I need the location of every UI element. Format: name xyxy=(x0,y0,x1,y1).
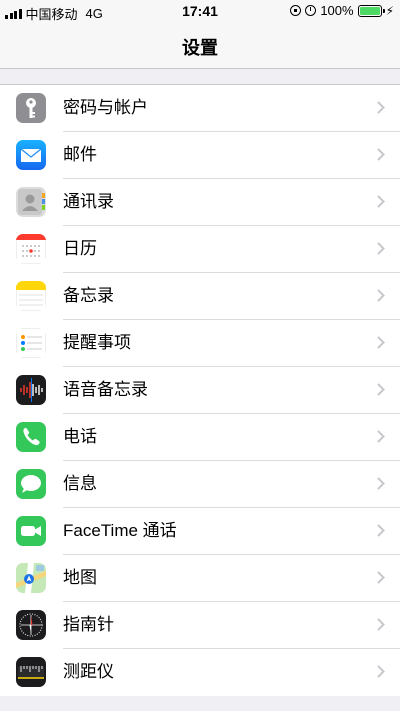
settings-item-label: 通讯录 xyxy=(63,192,114,211)
compass-icon xyxy=(16,610,46,640)
settings-item-label: 指南针 xyxy=(63,615,114,634)
settings-list: 密码与帐户 邮件 通讯录 日历 备忘录 提醒事项 语音备忘录 电话 信息 Fac… xyxy=(0,84,400,696)
status-right: 100% ⚡ xyxy=(290,3,394,18)
key-icon xyxy=(16,93,46,123)
settings-item-label: 日历 xyxy=(63,239,97,258)
settings-item-passwords-accounts[interactable]: 密码与帐户 xyxy=(0,85,400,132)
page-title: 设置 xyxy=(182,38,218,58)
settings-item-label: 地图 xyxy=(63,568,97,587)
maps-icon xyxy=(16,563,46,593)
settings-item-facetime[interactable]: FaceTime 通话 xyxy=(0,508,400,555)
settings-item-contacts[interactable]: 通讯录 xyxy=(0,179,400,226)
settings-item-label: FaceTime 通话 xyxy=(63,521,177,540)
navigation-bar: 设置 xyxy=(0,22,400,69)
settings-item-phone[interactable]: 电话 xyxy=(0,414,400,461)
status-bar: 中国移动 4G 17:41 100% ⚡ xyxy=(0,0,400,22)
messages-icon xyxy=(16,469,46,499)
reminders-icon xyxy=(16,328,46,358)
chevron-right-icon xyxy=(377,336,385,349)
notes-icon xyxy=(16,281,46,311)
battery-percent: 100% xyxy=(320,3,354,18)
settings-item-maps[interactable]: 地图 xyxy=(0,555,400,602)
battery-icon xyxy=(357,4,385,17)
settings-item-label: 邮件 xyxy=(63,145,97,164)
mail-icon xyxy=(16,140,46,170)
settings-item-compass[interactable]: 指南针 xyxy=(0,602,400,649)
settings-item-label: 信息 xyxy=(63,474,97,493)
settings-item-label: 电话 xyxy=(63,427,97,446)
settings-item-label: 密码与帐户 xyxy=(63,98,148,117)
settings-item-reminders[interactable]: 提醒事项 xyxy=(0,320,400,367)
settings-item-mail[interactable]: 邮件 xyxy=(0,132,400,179)
chevron-right-icon xyxy=(377,289,385,302)
chevron-right-icon xyxy=(377,665,385,678)
chevron-right-icon xyxy=(377,242,385,255)
orientation-lock-icon xyxy=(290,5,302,16)
settings-item-label: 测距仪 xyxy=(63,662,114,681)
chevron-right-icon xyxy=(377,430,385,443)
settings-item-label: 提醒事项 xyxy=(63,333,131,352)
calendar-icon xyxy=(16,234,46,264)
settings-item-notes[interactable]: 备忘录 xyxy=(0,273,400,320)
measure-icon xyxy=(16,657,46,687)
chevron-right-icon xyxy=(377,618,385,631)
settings-item-voice-memos[interactable]: 语音备忘录 xyxy=(0,367,400,414)
chevron-right-icon xyxy=(377,101,385,114)
chevron-right-icon xyxy=(377,571,385,584)
settings-item-label: 备忘录 xyxy=(63,286,114,305)
settings-item-label: 语音备忘录 xyxy=(63,380,148,399)
voice-memos-icon xyxy=(16,375,46,405)
chevron-right-icon xyxy=(377,195,385,208)
chevron-right-icon xyxy=(377,477,385,490)
contacts-icon xyxy=(16,187,46,217)
phone-icon xyxy=(16,422,46,452)
settings-item-measure[interactable]: 测距仪 xyxy=(0,649,400,696)
chevron-right-icon xyxy=(377,148,385,161)
settings-item-calendar[interactable]: 日历 xyxy=(0,226,400,273)
facetime-icon xyxy=(16,516,46,546)
chevron-right-icon xyxy=(377,383,385,396)
chevron-right-icon xyxy=(377,524,385,537)
charging-icon: ⚡ xyxy=(385,3,394,18)
alarm-icon xyxy=(305,5,317,16)
settings-item-messages[interactable]: 信息 xyxy=(0,461,400,508)
